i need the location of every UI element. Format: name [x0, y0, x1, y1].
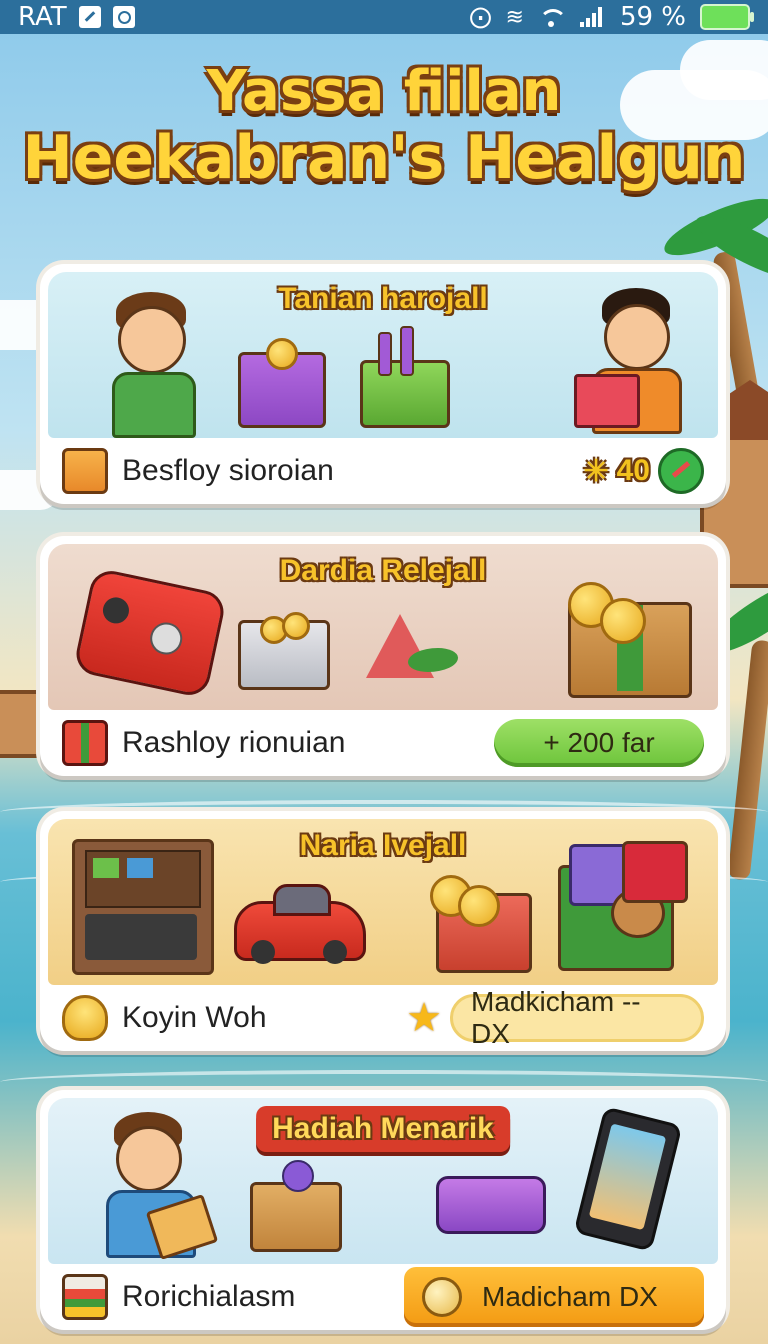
- signal-icon: [579, 7, 606, 27]
- star-icon: ★: [406, 995, 442, 1041]
- card-action[interactable]: ✳ 40: [583, 448, 704, 494]
- gift-icon: [62, 720, 108, 766]
- coin-bag-icon: [422, 1277, 462, 1317]
- card-label: Rorichialasm: [122, 1280, 296, 1313]
- card-title: Dardia Relejall: [279, 554, 487, 587]
- boy-with-book-illustration: [88, 1112, 219, 1262]
- card-label: Rashloy rionuian: [122, 726, 346, 759]
- card-action-value: 40: [616, 454, 650, 487]
- card-label: Besfloy sioroian: [122, 454, 334, 487]
- edit-icon: [78, 6, 101, 28]
- reward-card-4[interactable]: Hadiah Menarik Rorichialasm Madicham DX: [40, 1090, 726, 1330]
- nfc-icon: ⨀: [469, 4, 492, 30]
- flower-box-icon: [250, 1182, 342, 1252]
- title-line-2: Heekabran's Healgun: [22, 123, 746, 194]
- vibrate-icon: ≋: [505, 4, 524, 30]
- reward-card-1[interactable]: Tanian harojall Besfloy sioroian ✳ 40: [40, 264, 726, 504]
- palm-tree: [727, 639, 768, 881]
- claim-button[interactable]: Madkicham -- DX: [450, 986, 704, 1049]
- claim-button[interactable]: Madicham DX: [404, 1267, 704, 1327]
- card-footer: Besfloy sioroian ✳ 40: [40, 438, 726, 504]
- claim-button[interactable]: + 200 far: [494, 719, 704, 767]
- title-line-1: Yassa fiilan: [206, 59, 562, 124]
- status-bar: RAT ⨀ ≋ 59 %: [0, 0, 768, 34]
- reward-card-3[interactable]: Naria Ivejall Koyin Woh ★ Madkicham -- D…: [40, 811, 726, 1051]
- basket-icon: [62, 1274, 108, 1320]
- camera-icon: [112, 6, 135, 28]
- battery-percent: 59 %: [619, 2, 686, 32]
- coin-symbol: ✳: [583, 454, 609, 488]
- carrier-label: RAT: [18, 2, 67, 32]
- card-label: Koyin Woh: [122, 1001, 267, 1034]
- reward-card-2[interactable]: Dardia Relejall Rashloy rionuian + 200 f…: [40, 536, 726, 776]
- shopping-bag-icon: [62, 448, 108, 494]
- card-title: Naria Ivejall: [299, 829, 467, 862]
- battery-icon: [700, 4, 754, 30]
- app-title: Yassa fiilan Heekabran's Healgun: [0, 59, 768, 194]
- card-footer: Rorichialasm Madicham DX: [40, 1264, 726, 1330]
- card-footer: Rashloy rionuian + 200 far: [40, 710, 726, 776]
- chat-bubble-icon[interactable]: [658, 448, 704, 494]
- purple-wallet-icon: [436, 1176, 546, 1234]
- smartphone-illustration: [573, 1106, 683, 1252]
- card-footer: Koyin Woh ★ Madkicham -- DX: [40, 985, 726, 1051]
- card-title: Hadiah Menarik: [256, 1106, 510, 1152]
- red-car-illustration: [234, 884, 366, 964]
- cup-icon: [62, 995, 108, 1041]
- wifi-icon: [538, 7, 566, 27]
- claim-button-label: Madicham DX: [482, 1281, 658, 1312]
- card-title: Tanian harojall: [278, 282, 488, 315]
